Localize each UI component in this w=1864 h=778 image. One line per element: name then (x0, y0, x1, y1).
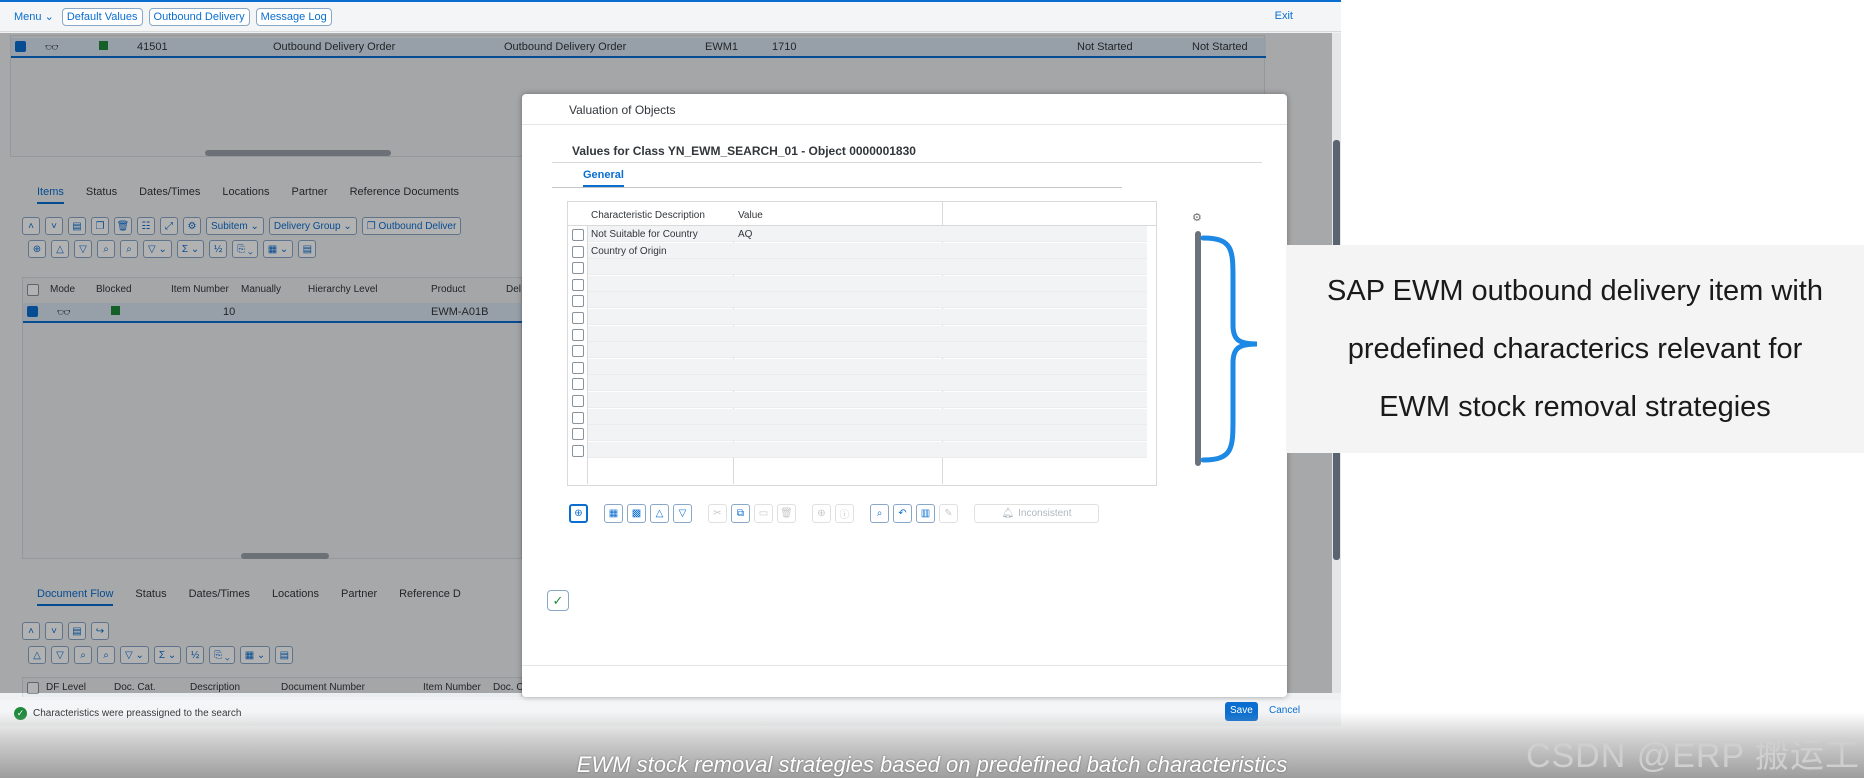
dialog-header: Valuation of Objects (522, 94, 1287, 125)
grid-row[interactable] (588, 325, 1147, 342)
table-icon[interactable]: ▥ (916, 504, 935, 523)
confirm-checkmark-button[interactable]: ✓ (547, 590, 569, 611)
grid-row[interactable] (588, 358, 1147, 375)
row-checkbox[interactable] (572, 278, 584, 291)
grid-row[interactable] (588, 342, 1147, 359)
inconsistent-label: Inconsistent (1018, 508, 1072, 519)
characteristics-grid: Characteristic Description Value ⚙ Not S… (567, 201, 1202, 486)
grid-row[interactable] (588, 425, 1147, 442)
undo-icon[interactable]: ↶ (893, 504, 912, 523)
grid-row[interactable] (588, 309, 1147, 325)
divider (552, 162, 1262, 163)
bell-icon: 🔔︎ (1001, 508, 1015, 519)
col-characteristic-description: Characteristic Description (591, 210, 705, 221)
shell-toolbar: Menu ⌄ Default Values Outbound Delivery … (0, 2, 1341, 32)
sort-descending-icon[interactable]: ▽ (673, 504, 692, 523)
row-checkbox[interactable] (572, 345, 584, 358)
row-checkbox[interactable] (572, 444, 584, 457)
message-log-button[interactable]: Message Log (255, 7, 332, 26)
copy-icon[interactable]: ⧉ (731, 504, 750, 523)
row-checkbox[interactable] (572, 361, 584, 374)
info-icon: ⓘ (835, 504, 854, 523)
row-checkbox[interactable] (572, 245, 584, 258)
grid-row[interactable] (588, 275, 1147, 292)
col-value: Value (738, 210, 763, 221)
settings-gear-icon[interactable]: ⚙ (1192, 211, 1202, 224)
delete-icon: 🗑︎ (777, 504, 796, 523)
deselect-all-icon[interactable]: ▩ (627, 504, 646, 523)
dialog-subtitle: Values for Class YN_EWM_SEARCH_01 - Obje… (572, 144, 916, 158)
cut-icon: ✂ (708, 504, 727, 523)
chevron-down-icon: ⌄ (44, 11, 54, 23)
row-checkbox[interactable] (572, 328, 584, 341)
annotation-line: predefined characterics relevant for (1347, 333, 1803, 365)
row-checkbox[interactable] (572, 411, 584, 424)
select-all-icon[interactable]: ▦ (604, 504, 623, 523)
row-checkbox[interactable] (572, 229, 584, 241)
row-checkbox[interactable] (572, 378, 584, 391)
grid-row[interactable] (588, 441, 1147, 458)
menu-button[interactable]: Menu ⌄ (12, 8, 56, 25)
grid-row[interactable] (588, 259, 1147, 276)
row-checkbox[interactable] (572, 262, 584, 275)
tab-divider (552, 187, 1122, 188)
dialog-footer-divider (522, 665, 1287, 666)
dialog-toolbar: ⊕ ▦ ▩ △ ▽ ✂ ⧉ ▭ 🗑︎ ⊕ ⓘ ⌕ ↶ ▥ ✎ 🔔︎ Inconsi… (569, 504, 1099, 523)
annotation-callout: SAP EWM outbound delivery item with pred… (1286, 245, 1864, 453)
row-checkbox[interactable] (572, 295, 584, 308)
row-checkbox[interactable] (572, 395, 584, 407)
grid-row[interactable] (588, 408, 1147, 425)
curly-brace-icon (1200, 235, 1258, 463)
row-checkbox[interactable] (572, 312, 584, 324)
inconsistent-button: 🔔︎ Inconsistent (974, 504, 1099, 523)
sort-ascending-icon[interactable]: △ (650, 504, 669, 523)
insert-row-icon: ⊕ (812, 504, 831, 523)
characteristic-description: Country of Origin (591, 245, 667, 257)
dialog-title: Valuation of Objects (569, 103, 676, 117)
characteristic-value[interactable]: AQ (738, 229, 752, 240)
grid-row[interactable] (588, 242, 1147, 259)
row-checkbox[interactable] (572, 428, 584, 441)
annotation-text: SAP EWM outbound delivery item with pred… (1295, 262, 1855, 436)
grid-row[interactable] (588, 292, 1147, 309)
characteristic-description: Not Suitable for Country (591, 229, 698, 240)
zoom-icon[interactable]: ⊕ (569, 504, 588, 523)
valuation-dialog: Valuation of Objects Values for Class YN… (522, 94, 1287, 697)
watermark: CSDN @ERP 搬运工 (1525, 737, 1860, 775)
tab-general[interactable]: General (583, 169, 624, 187)
paste-icon: ▭ (754, 504, 773, 523)
default-values-button[interactable]: Default Values (61, 7, 143, 26)
annotation-line: EWM stock removal strategies (1379, 391, 1771, 423)
exit-button[interactable]: Exit (1275, 10, 1293, 22)
outbound-delivery-button[interactable]: Outbound Delivery (148, 7, 250, 26)
wizard-icon: ✎ (939, 504, 958, 523)
annotation-line: SAP EWM outbound delivery item with (1327, 275, 1823, 307)
search-icon[interactable]: ⌕ (870, 504, 889, 523)
grid-row[interactable] (588, 375, 1147, 392)
menu-label: Menu (14, 11, 42, 23)
grid-row[interactable] (588, 392, 1147, 408)
